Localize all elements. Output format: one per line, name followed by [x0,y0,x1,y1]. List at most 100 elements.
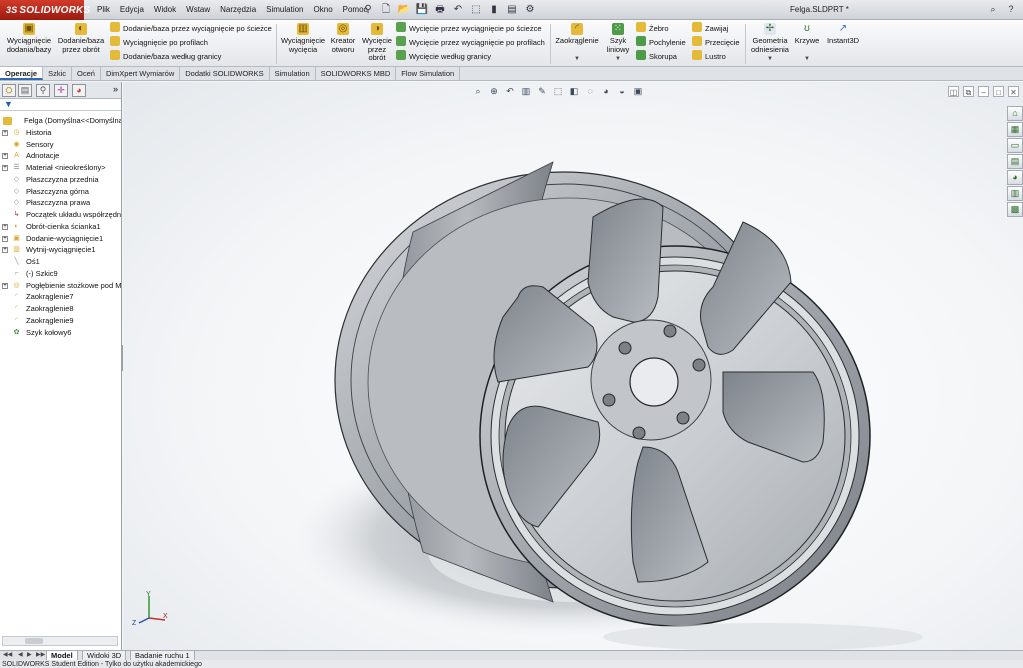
tree-filter[interactable]: ▼ [0,99,121,111]
pattern-dropdown-icon[interactable]: ▼ [615,56,621,62]
menu-plik[interactable]: Plik [92,0,115,20]
extrude-boss-button[interactable]: ▣ Wyciągnięcie dodania/bazy [4,23,54,54]
tree-item[interactable]: ╲ Oś1 [0,256,121,268]
last-tab-icon[interactable]: ▶▶ [36,651,45,660]
linear-pattern-button[interactable]: ⁙ Szyk liniowy [603,23,633,54]
configuration-manager-tab-icon[interactable]: ⚲ [36,84,50,97]
solidworks-logo[interactable]: 3S SOLIDWORKS [0,0,90,20]
select-icon[interactable]: ⬚ [468,2,484,18]
tree-item[interactable]: ◇ Płaszczyzna górna [0,186,121,198]
instant3d-button[interactable]: ↗ Instant3D [824,23,862,46]
tree-root-part[interactable]: Felga (Domyślna<<Domyślna>_Stan wyświetl… [0,115,121,127]
boundary-cut-button[interactable]: Wycięcie według granicy [396,50,491,64]
shell-button[interactable]: Skorupa [636,50,677,64]
horizontal-scrollbar[interactable] [2,636,118,646]
mirror-button[interactable]: Lustro [692,50,726,64]
file-properties-icon[interactable]: ▤ [504,2,520,18]
tab-simulation[interactable]: Simulation [270,67,316,80]
loft-boss-button[interactable]: Wyciągnięcie po profilach [110,36,208,50]
tree-item[interactable]: ↳ Początek układu współrzędnych [0,209,121,221]
expand-icon[interactable]: + [2,129,8,136]
draft-button[interactable]: Pochylenie [636,36,686,50]
expand-icon[interactable]: + [2,235,8,242]
section-view-icon[interactable]: ▥ [520,85,532,97]
viewport-restore-icon[interactable]: ◫ [948,86,959,97]
apply-scene-icon[interactable]: ◒ [616,85,628,97]
view-orientation-icon[interactable]: ⬚ [552,85,564,97]
reference-geometry-dropdown-icon[interactable]: ▼ [767,56,773,62]
boundary-boss-button[interactable]: Dodanie/baza według granicy [110,50,221,64]
tab-szkic[interactable]: Szkic [43,67,73,80]
menu-narzedzia[interactable]: Narzędzia [215,0,261,20]
print-icon[interactable]: 🖶 [432,2,448,18]
expand-icon[interactable]: + [2,223,8,230]
rebuild-icon[interactable]: ▮ [486,2,502,18]
fillet-button[interactable]: ◜ Zaokrąglenie [553,23,601,46]
menu-okno[interactable]: Okno [309,0,338,20]
viewport-tile-icon[interactable]: ⧉ [963,86,974,97]
file-explorer-icon[interactable]: ▭ [1007,138,1023,153]
options-icon[interactable]: ⚙ [522,2,538,18]
tree-item[interactable]: + ▣ Dodanie-wyciągnięcie1 [0,233,121,245]
tree-item[interactable]: + ▥ Wytnij-wyciągnięcie1 [0,244,121,256]
next-tab-icon[interactable]: ▶ [27,651,32,660]
solidworks-resources-icon[interactable]: ⌂ [1007,106,1023,121]
tree-item[interactable]: ◇ Płaszczyzna przednia [0,174,121,186]
previous-view-icon[interactable]: ↶ [504,85,516,97]
tree-item[interactable]: + ◐ Obrót-cienka ścianka1 [0,221,121,233]
rib-button[interactable]: Żebro [636,22,669,36]
first-tab-icon[interactable]: ◀◀ [3,651,12,660]
curves-button[interactable]: ʊ Krzywe [794,23,820,46]
graphics-area[interactable]: ⌕ ⊕ ↶ ▥ ✎ ⬚ ◧ ◌ ◕ ◒ ▣ ◫ ⧉ – □ ✕ ⌂ ▦ ▭ ▤ … [123,82,1023,650]
tree-item[interactable]: ◉ Sensory [0,139,121,151]
expand-icon[interactable]: + [2,165,8,171]
prev-tab-icon[interactable]: ◀ [18,651,23,660]
hole-wizard-button[interactable]: ◎ Kreator otworu [328,23,358,54]
extrude-cut-button[interactable]: ▥ Wyciągnięcie wycięcia [280,23,326,54]
zoom-to-fit-icon[interactable]: ⌕ [472,85,484,97]
tree-item[interactable]: + A Adnotacje [0,150,121,162]
custom-properties-icon[interactable]: ▥ [1007,186,1023,201]
wheel-model[interactable] [123,82,1023,650]
scrollbar-thumb[interactable] [25,638,43,644]
tab-operacje[interactable]: Operacje [0,67,44,80]
tree-item[interactable]: ◜ Zaokrąglenie8 [0,303,121,315]
appearances-icon[interactable]: ◕ [1007,170,1023,185]
display-style-icon[interactable]: ◧ [568,85,580,97]
tab-ocen[interactable]: Oceń [72,67,101,80]
design-library-icon[interactable]: ▦ [1007,122,1023,137]
new-document-icon[interactable]: 🗋 [378,2,394,18]
expand-icon[interactable]: + [2,282,8,289]
search-icon[interactable]: ⌕ [985,2,1001,16]
tree-item[interactable]: ◜ Zaokrąglenie7 [0,291,121,303]
viewport-minimize-icon[interactable]: – [978,86,989,97]
view-settings-icon[interactable]: ▣ [632,85,644,97]
revolve-boss-button[interactable]: ◐ Dodanie/baza przez obrót [56,23,106,54]
dimxpert-tab-icon[interactable]: ✛ [54,84,68,97]
tab-mbd[interactable]: SOLIDWORKS MBD [316,67,397,80]
menu-edycja[interactable]: Edycja [115,0,149,20]
view-palette-icon[interactable]: ▤ [1007,154,1023,169]
tree-item[interactable]: ✿ Szyk kołowy6 [0,327,121,339]
expand-panel-icon[interactable]: » [113,84,118,94]
tree-item[interactable]: + ◎ Pogłębienie stożkowe pod M [0,280,121,292]
fillet-dropdown-icon[interactable]: ▼ [574,56,580,62]
tree-item[interactable]: + ☰ Materiał <nieokreślony> [0,162,121,174]
reference-geometry-button[interactable]: ✢ Geometria odniesienia [748,23,792,54]
tree-item[interactable]: ◇ Płaszczyzna prawa [0,197,121,209]
feature-manager-tab-icon[interactable]: ⛭ [2,84,16,97]
wrap-button[interactable]: Zawijaj [692,22,728,36]
open-icon[interactable]: 📂 [396,2,412,18]
loft-cut-button[interactable]: Wycięcie przez wyciągnięcie po profilach [396,36,545,50]
help-icon[interactable]: ? [1003,2,1019,16]
pin-icon[interactable]: ⚲ [360,2,376,18]
curves-dropdown-icon[interactable]: ▼ [804,56,810,62]
menu-widok[interactable]: Widok [149,0,181,20]
tree-item[interactable]: ◜ Zaokrąglenie9 [0,315,121,327]
zoom-to-area-icon[interactable]: ⊕ [488,85,500,97]
hide-show-items-icon[interactable]: ◌ [584,85,596,97]
sweep-cut-button[interactable]: Wycięcie przez wyciągnięcie po ścieżce [396,22,541,36]
display-manager-tab-icon[interactable]: ◕ [72,84,86,97]
tree-item[interactable]: + ◷ Historia [0,127,121,139]
tab-flow-simulation[interactable]: Flow Simulation [396,67,461,80]
